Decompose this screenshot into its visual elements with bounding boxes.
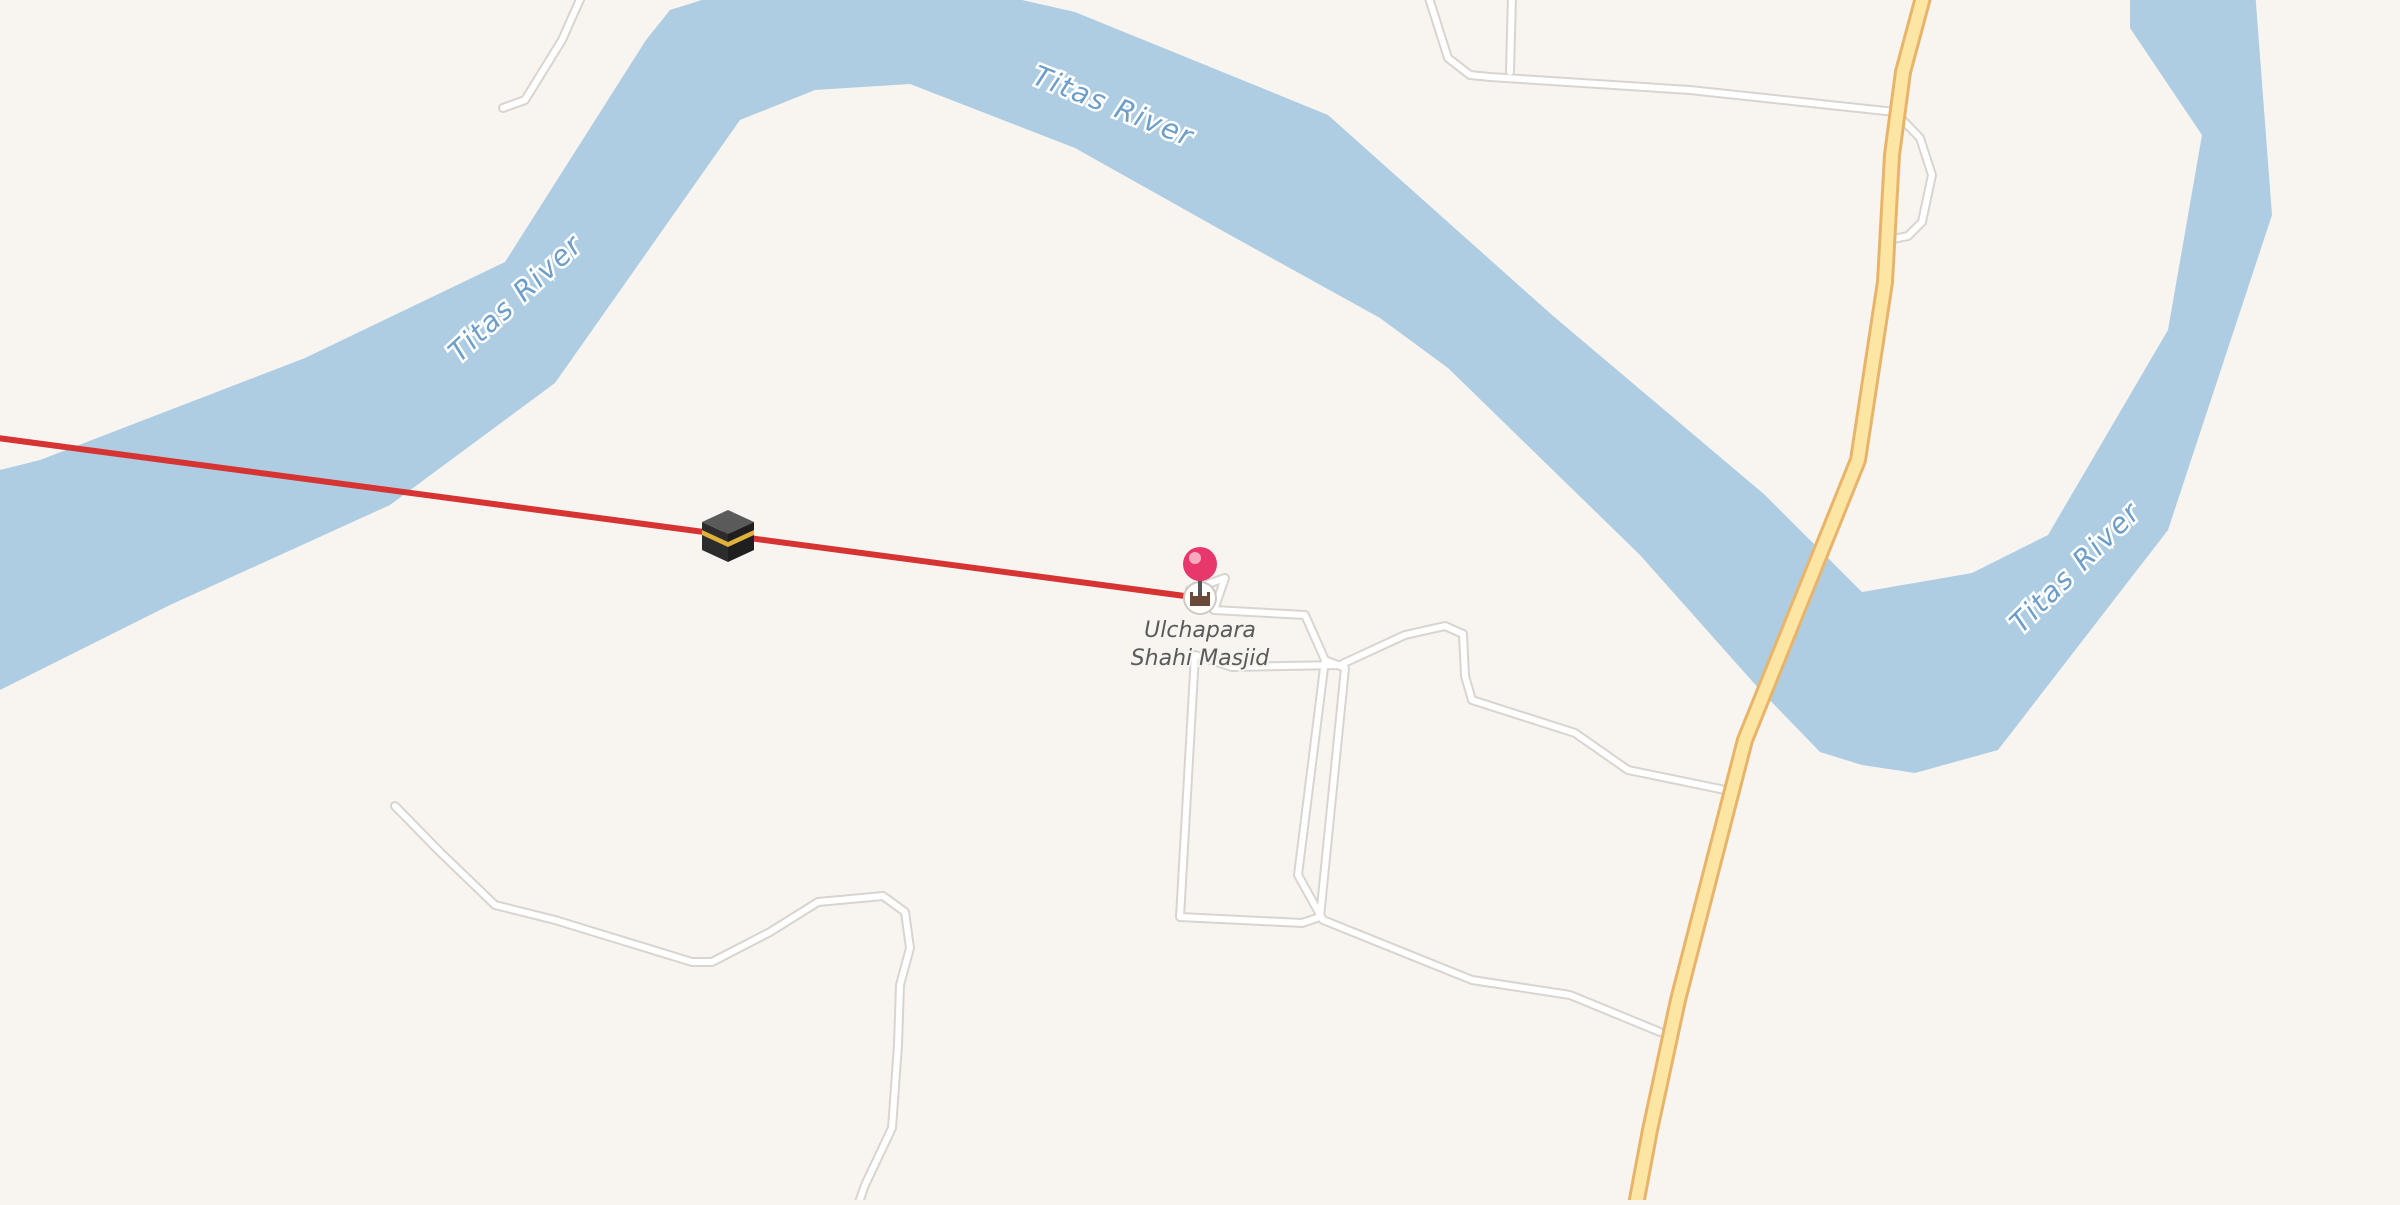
poi-name-line2: Shahi Masjid — [1131, 646, 1271, 671]
map-svg[interactable]: Titas River Titas River Titas River Ulch… — [0, 0, 2400, 1205]
poi-name-line1: Ulchapara — [1144, 618, 1256, 643]
map-canvas[interactable]: Titas River Titas River Titas River Ulch… — [0, 0, 2400, 1205]
